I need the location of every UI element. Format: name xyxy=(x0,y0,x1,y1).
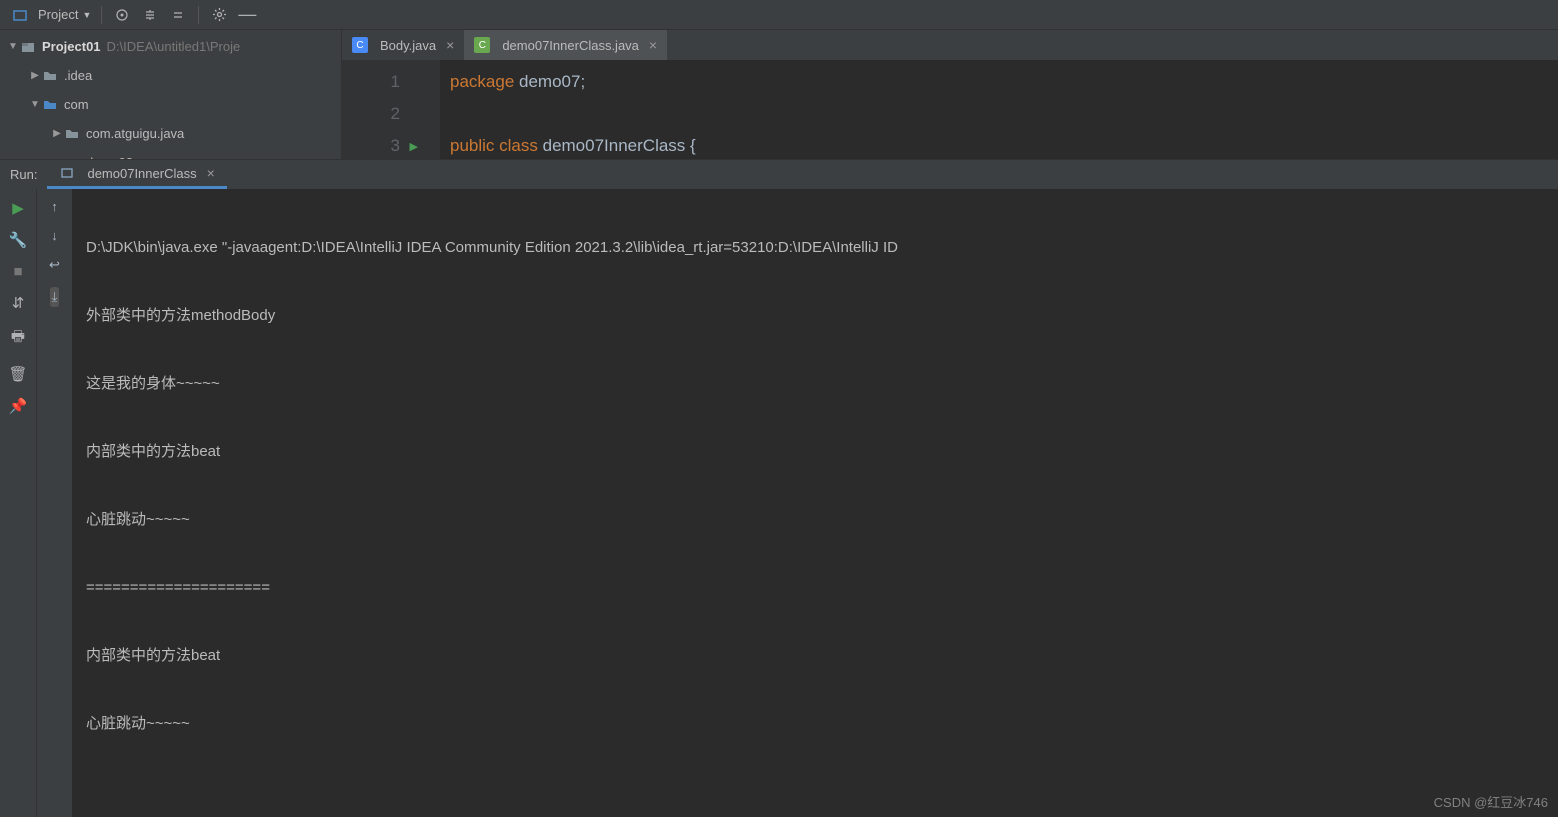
tab-inner[interactable]: C demo07InnerClass.java × xyxy=(464,30,667,60)
expand-icon[interactable] xyxy=(138,3,162,27)
tree-root[interactable]: Project01 D:\IDEA\untitled1\Proje xyxy=(0,32,341,61)
console-line: 心脏跳动~~~~~ xyxy=(86,707,1544,741)
console-line: 内部类中的方法beat xyxy=(86,639,1544,673)
editor-area: C Body.java × C demo07InnerClass.java × … xyxy=(342,30,1558,159)
project-icon[interactable] xyxy=(8,3,32,27)
console-line: 内部类中的方法beat xyxy=(86,435,1544,469)
package-icon xyxy=(64,126,80,142)
top-toolbar: Project ▼ — xyxy=(0,0,1558,30)
settings-icon[interactable] xyxy=(207,3,231,27)
target-icon[interactable] xyxy=(110,3,134,27)
project-tree: Project01 D:\IDEA\untitled1\Proje .idea … xyxy=(0,30,342,159)
tree-com-atguigu[interactable]: com.atguigu.java xyxy=(0,119,341,148)
run-gutter-icon[interactable]: ▶ xyxy=(410,140,418,153)
close-icon[interactable]: × xyxy=(446,37,454,53)
run-config-icon xyxy=(59,165,75,181)
tab-label: Body.java xyxy=(380,38,436,53)
tree-com[interactable]: com xyxy=(0,90,341,119)
close-icon[interactable]: × xyxy=(207,165,215,181)
watermark: CSDN @红豆冰746 xyxy=(1434,792,1548,811)
scroll-icon[interactable]: ⤓ xyxy=(50,287,60,307)
tree-demo02[interactable]: demo02 xyxy=(0,148,341,159)
trash-icon[interactable]: 🗑 xyxy=(8,365,27,383)
console-line: 心脏跳动~~~~~ xyxy=(86,503,1544,537)
folder-open-icon xyxy=(42,97,58,113)
run-tab[interactable]: demo07InnerClass × xyxy=(47,160,226,189)
close-icon[interactable]: × xyxy=(649,37,657,53)
wrench-icon[interactable]: 🔧 xyxy=(9,231,28,249)
pin-icon[interactable]: 📌 xyxy=(9,397,28,415)
console-line: D:\JDK\bin\java.exe "-javaagent:D:\IDEA\… xyxy=(86,231,1544,265)
console-line: 这是我的身体~~~~~ xyxy=(86,367,1544,401)
code-editor[interactable]: 1 2 3▶ 4▶ 5 6 7 8 9 10 11💡 12 13 ⊟ packa… xyxy=(342,60,1558,159)
layout-icon[interactable]: ⇵ xyxy=(12,294,25,312)
print-icon[interactable]: 🖶 xyxy=(11,326,25,351)
up-icon[interactable]: ↑ xyxy=(51,199,58,214)
tab-body[interactable]: C Body.java × xyxy=(342,30,464,60)
tab-label: demo07InnerClass.java xyxy=(502,38,639,53)
runnable-class-icon: C xyxy=(474,37,490,53)
console-line: ===================== xyxy=(86,571,1544,605)
run-tool-window: Run: demo07InnerClass × ▶ 🔧 ■ ⇵ 🖶 🗑 📌 ↑ … xyxy=(0,159,1558,817)
editor-tabs: C Body.java × C demo07InnerClass.java × xyxy=(342,30,1558,60)
down-icon[interactable]: ↓ xyxy=(51,228,58,243)
run-label: Run: xyxy=(0,167,47,182)
tree-idea[interactable]: .idea xyxy=(0,61,341,90)
folder-icon xyxy=(42,68,58,84)
fold-column: ⊟ xyxy=(422,60,440,159)
run-toolbar-vertical-2: ↑ ↓ ↩ ⤓ xyxy=(36,189,72,817)
collapse-icon[interactable] xyxy=(166,3,190,27)
console-line: 外部类中的方法methodBody xyxy=(86,299,1544,333)
wrap-icon[interactable]: ↩ xyxy=(49,257,60,273)
rerun-icon[interactable]: ▶ xyxy=(12,199,24,217)
console-output[interactable]: D:\JDK\bin\java.exe "-javaagent:D:\IDEA\… xyxy=(72,189,1558,817)
run-tab-label: demo07InnerClass xyxy=(87,166,196,181)
run-toolbar-vertical: ▶ 🔧 ■ ⇵ 🖶 🗑 📌 xyxy=(0,189,36,817)
stop-icon[interactable]: ■ xyxy=(13,263,22,280)
module-icon xyxy=(20,39,36,55)
class-icon: C xyxy=(352,37,368,53)
hide-icon[interactable]: — xyxy=(235,3,259,27)
project-dropdown[interactable]: Project ▼ xyxy=(38,7,91,22)
line-gutter: 1 2 3▶ 4▶ 5 6 7 8 9 10 11💡 12 13 xyxy=(342,60,422,159)
